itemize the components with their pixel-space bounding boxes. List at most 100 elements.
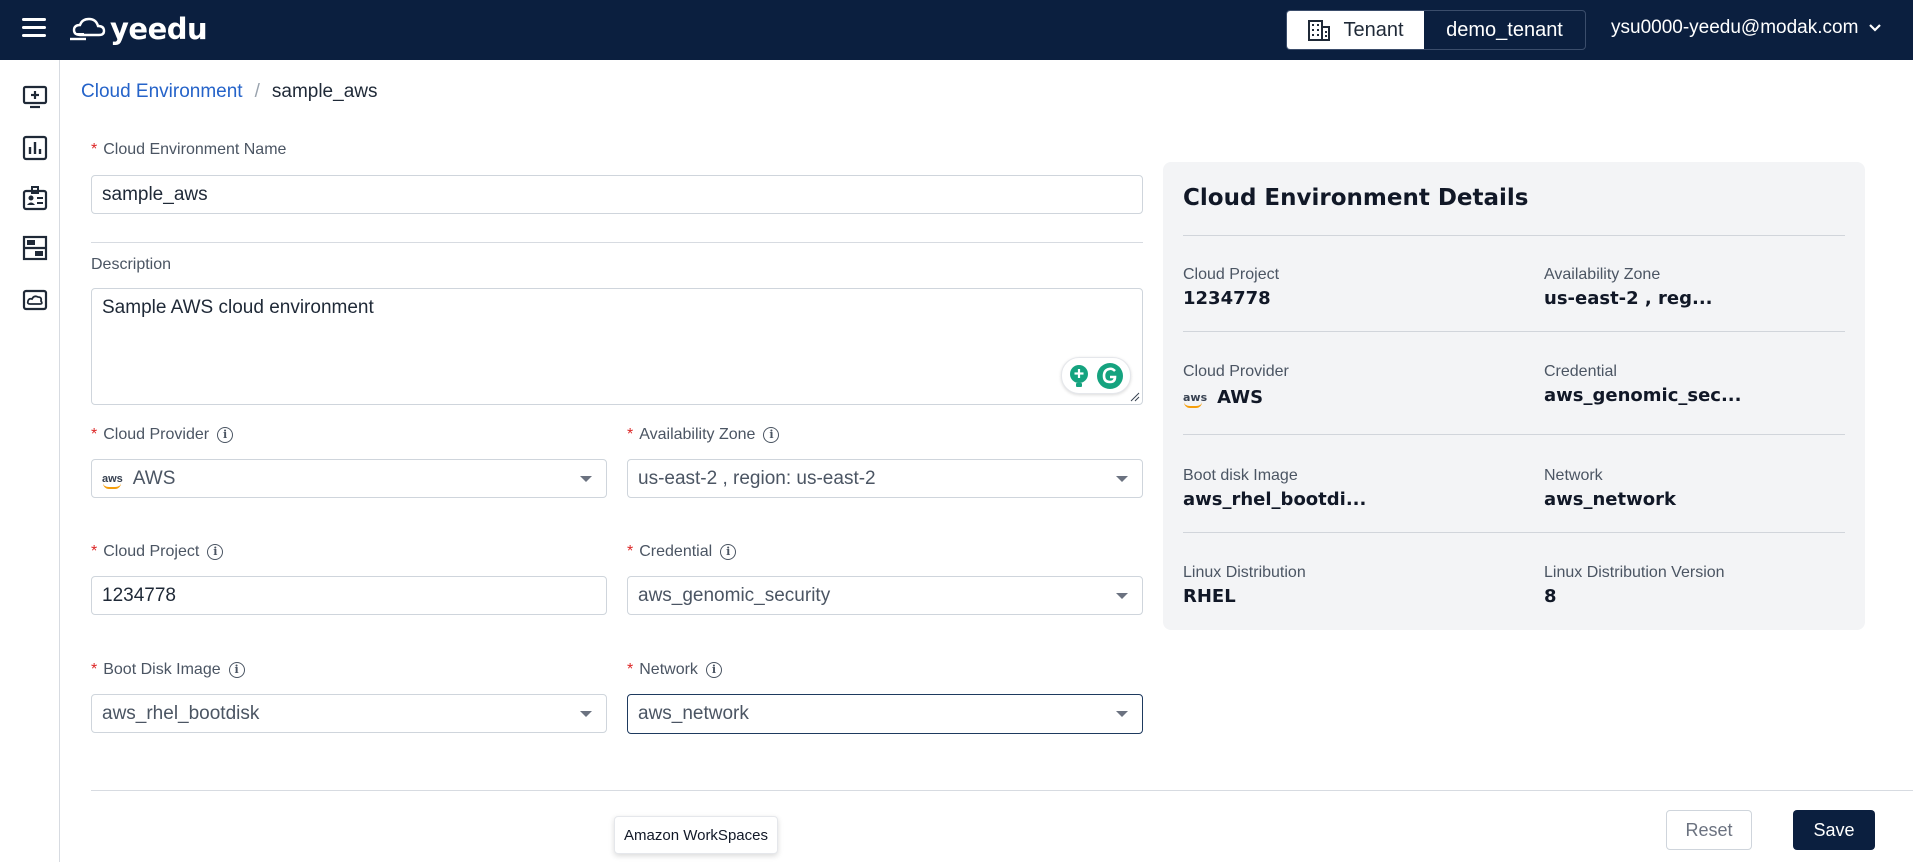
dropdown-arrow-icon	[580, 475, 592, 482]
user-menu[interactable]: ysu0000-yeedu@modak.com	[1611, 17, 1882, 39]
details-title: Cloud Environment Details	[1183, 185, 1529, 211]
network-select[interactable]: aws_network	[627, 694, 1143, 734]
yeedu-logo[interactable]: yeedu	[70, 11, 208, 47]
grammarly-widget[interactable]	[1061, 357, 1131, 394]
network-label-text: Network	[639, 661, 698, 678]
details-divider	[1183, 532, 1845, 533]
credential-label: * Credential i	[627, 543, 737, 561]
breadcrumb: Cloud Environment / sample_aws	[81, 81, 377, 103]
aws-logo-icon: aws	[1183, 390, 1208, 408]
dropdown-arrow-icon	[1116, 592, 1128, 599]
network-label: * Network i	[627, 661, 722, 679]
cloud-logo-icon	[70, 17, 106, 41]
save-button[interactable]: Save	[1793, 810, 1875, 850]
details-cloud-project-value: 1234778	[1183, 288, 1271, 309]
info-icon[interactable]: i	[705, 662, 722, 678]
details-cloud-project-label: Cloud Project	[1183, 266, 1280, 283]
cloud-project-label: * Cloud Project i	[91, 543, 224, 561]
details-network-label: Network	[1544, 467, 1603, 484]
sidebar	[0, 60, 60, 862]
details-divider	[1183, 331, 1845, 332]
required-marker: *	[91, 141, 98, 158]
cloud-provider-value: AWS	[132, 467, 176, 489]
breadcrumb-current: sample_aws	[271, 81, 378, 102]
details-availability-zone-label: Availability Zone	[1544, 266, 1661, 283]
info-icon[interactable]: i	[763, 427, 780, 443]
details-network-value: aws_network	[1544, 489, 1676, 510]
user-email: ysu0000-yeedu@modak.com	[1611, 17, 1859, 38]
form-divider	[91, 242, 1143, 243]
id-badge-icon[interactable]	[22, 185, 48, 211]
dropdown-arrow-icon	[1116, 711, 1128, 717]
name-label-text: Cloud Environment Name	[103, 141, 287, 158]
cloud-monitor-icon[interactable]	[22, 288, 48, 314]
server-rack-icon[interactable]	[22, 235, 48, 261]
reset-button[interactable]: Reset	[1666, 810, 1752, 850]
credential-select[interactable]: aws_genomic_security	[627, 576, 1143, 615]
availability-zone-select[interactable]: us-east-2 , region: us-east-2	[627, 459, 1143, 498]
cloud-environment-details-panel: Cloud Environment Details Cloud Project …	[1163, 162, 1865, 630]
availability-zone-value: us-east-2 , region: us-east-2	[638, 467, 876, 489]
description-textarea[interactable]: Sample AWS cloud environment	[91, 288, 1143, 405]
required-marker: *	[91, 426, 98, 443]
tooltip: Amazon WorkSpaces	[614, 816, 778, 854]
resize-grip-icon[interactable]	[1130, 392, 1140, 402]
details-credential-label: Credential	[1544, 363, 1617, 380]
required-marker: *	[627, 543, 634, 560]
bar-chart-icon[interactable]	[22, 135, 48, 161]
dropdown-arrow-icon	[580, 710, 592, 717]
tenant-value[interactable]: demo_tenant	[1424, 11, 1585, 49]
cloud-project-input[interactable]: 1234778	[91, 576, 607, 615]
details-boot-disk-value: aws_rhel_bootdi...	[1183, 489, 1367, 510]
description-label: Description	[91, 256, 171, 274]
cloud-provider-select[interactable]: aws AWS	[91, 459, 607, 498]
grammarly-icon[interactable]	[1096, 362, 1124, 390]
required-marker: *	[627, 661, 634, 678]
info-icon[interactable]: i	[207, 544, 224, 560]
details-linux-distribution-value: RHEL	[1183, 586, 1236, 607]
boot-disk-value: aws_rhel_bootdisk	[102, 702, 260, 724]
details-boot-disk-label: Boot disk Image	[1183, 467, 1298, 484]
menu-icon[interactable]	[22, 18, 46, 40]
tenant-button[interactable]: Tenant	[1287, 11, 1424, 49]
aws-logo-icon: aws	[102, 472, 123, 489]
footer-divider	[91, 790, 1913, 791]
availability-zone-label: * Availability Zone i	[627, 426, 780, 444]
breadcrumb-separator: /	[254, 81, 260, 102]
tenant-switcher[interactable]: Tenant demo_tenant	[1286, 10, 1586, 50]
availability-zone-label-text: Availability Zone	[639, 426, 756, 443]
cloud-provider-label-text: Cloud Provider	[103, 426, 210, 443]
required-marker: *	[627, 426, 634, 443]
required-marker: *	[91, 661, 98, 678]
details-cloud-provider-label: Cloud Provider	[1183, 363, 1289, 380]
details-cloud-provider: aws AWS	[1183, 387, 1263, 408]
logo-text: yeedu	[110, 12, 208, 46]
name-label: * Cloud Environment Name	[91, 141, 286, 159]
description-label-text: Description	[91, 256, 172, 273]
lightbulb-icon[interactable]	[1068, 364, 1090, 388]
details-linux-distribution-label: Linux Distribution	[1183, 564, 1306, 581]
breadcrumb-cloud-environment-link[interactable]: Cloud Environment	[81, 81, 243, 103]
network-value: aws_network	[638, 703, 749, 724]
chevron-down-icon	[1869, 24, 1882, 32]
boot-disk-select[interactable]: aws_rhel_bootdisk	[91, 694, 607, 733]
details-availability-zone-value: us-east-2 , reg...	[1544, 288, 1713, 309]
cloud-provider-label: * Cloud Provider i	[91, 426, 234, 444]
cloud-environment-name-input[interactable]: sample_aws	[91, 175, 1143, 214]
details-linux-version-label: Linux Distribution Version	[1544, 564, 1725, 581]
required-marker: *	[91, 543, 98, 560]
info-icon[interactable]: i	[720, 544, 737, 560]
info-icon[interactable]: i	[228, 662, 245, 678]
tenant-label: Tenant	[1343, 18, 1404, 41]
cloud-project-label-text: Cloud Project	[103, 543, 200, 560]
add-screen-icon[interactable]	[22, 84, 48, 110]
details-divider	[1183, 434, 1845, 435]
credential-label-text: Credential	[639, 543, 713, 560]
boot-disk-label-text: Boot Disk Image	[103, 661, 221, 678]
details-credential-value: aws_genomic_sec...	[1544, 385, 1742, 406]
building-icon	[1308, 20, 1331, 41]
boot-disk-label: * Boot Disk Image i	[91, 661, 245, 679]
details-divider	[1183, 235, 1845, 236]
info-icon[interactable]: i	[217, 427, 234, 443]
credential-value: aws_genomic_security	[638, 584, 831, 606]
